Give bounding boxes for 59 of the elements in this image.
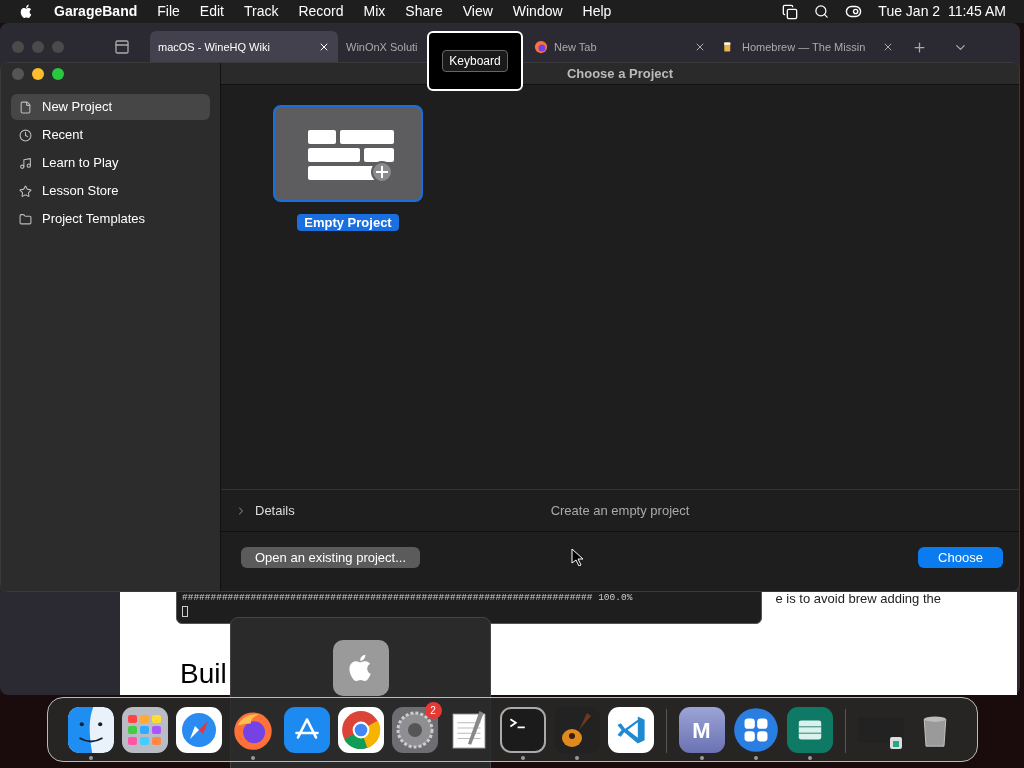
mouse-pointer-icon (571, 548, 583, 566)
menu-item[interactable]: Track (243, 1, 279, 22)
close-icon[interactable] (318, 41, 330, 53)
open-existing-button[interactable]: Open an existing project... (241, 547, 421, 568)
browser-tab[interactable]: macOS - WineHQ Wiki (150, 31, 338, 63)
new-tab-icon[interactable] (912, 39, 927, 55)
sidebar-item[interactable]: Lesson Store (11, 178, 210, 204)
guitar-icon[interactable] (553, 707, 600, 753)
zoom-button[interactable] (52, 68, 64, 80)
window-title: Choose a Project (566, 64, 674, 83)
finder-face-icon[interactable] (67, 707, 114, 753)
music-note-icon (19, 156, 32, 170)
menu-item[interactable]: View (462, 1, 493, 22)
template-card[interactable] (273, 105, 423, 202)
sidebar-item[interactable]: Project Templates (11, 206, 210, 232)
document-icon (19, 100, 32, 114)
terminal-output: ######################################################################## 100.0% (182, 592, 634, 604)
file-drawer-icon[interactable] (786, 707, 833, 753)
search-icon[interactable] (814, 4, 830, 19)
folder-icon (19, 212, 32, 226)
app-store-icon[interactable] (283, 707, 330, 753)
menu-item[interactable]: Help (582, 1, 612, 22)
sidebar-item[interactable]: Recent (11, 122, 210, 148)
browser-tab[interactable]: Homebrew — The Missin (714, 31, 902, 63)
firefox-icon (534, 40, 548, 54)
close-icon[interactable] (882, 41, 894, 53)
menu-item[interactable]: Record (298, 1, 344, 22)
window-icon[interactable] (782, 3, 799, 20)
terminal-icon[interactable] (499, 707, 546, 753)
compass-icon[interactable] (175, 707, 222, 753)
menu-item[interactable]: Mix (363, 1, 386, 22)
clock-icon (19, 128, 32, 142)
keyboard-key: Keyboard (442, 50, 508, 72)
project-description: Create an empty project (550, 501, 690, 520)
close-icon[interactable] (694, 41, 706, 53)
menu-item[interactable]: Edit (199, 1, 224, 22)
menu-item[interactable]: Share (405, 1, 443, 22)
details-label[interactable]: Details (255, 500, 295, 521)
four-squares-icon[interactable] (732, 707, 779, 753)
star-icon (19, 184, 32, 198)
minimize-button[interactable] (32, 68, 44, 80)
gear-icon[interactable] (391, 707, 438, 753)
page-paragraph: e is to avoid brew adding the (775, 590, 941, 608)
template-label: Empty Project (297, 214, 399, 231)
sidebar-item[interactable]: New Project (11, 94, 210, 120)
browser-tab[interactable]: New Tab (526, 31, 714, 63)
menu-item[interactable]: File (157, 1, 180, 22)
code-editor-icon[interactable] (607, 707, 654, 753)
app-grid-icon[interactable] (121, 707, 168, 753)
sidebar-item[interactable]: Learn to Play (11, 150, 210, 176)
menu-app-name[interactable]: GarageBand (54, 1, 138, 22)
toggle-icon[interactable] (845, 3, 863, 20)
clock-text[interactable]: Tue Jan 2 11:45 AM (878, 1, 1006, 22)
menu-item[interactable]: Window (512, 1, 563, 22)
page-heading: Buil (180, 660, 227, 688)
terminal-cursor (182, 606, 188, 617)
chrome-icon[interactable] (337, 707, 384, 753)
tab-list-icon[interactable] (114, 39, 130, 55)
choose-button[interactable]: Choose (918, 547, 1003, 568)
